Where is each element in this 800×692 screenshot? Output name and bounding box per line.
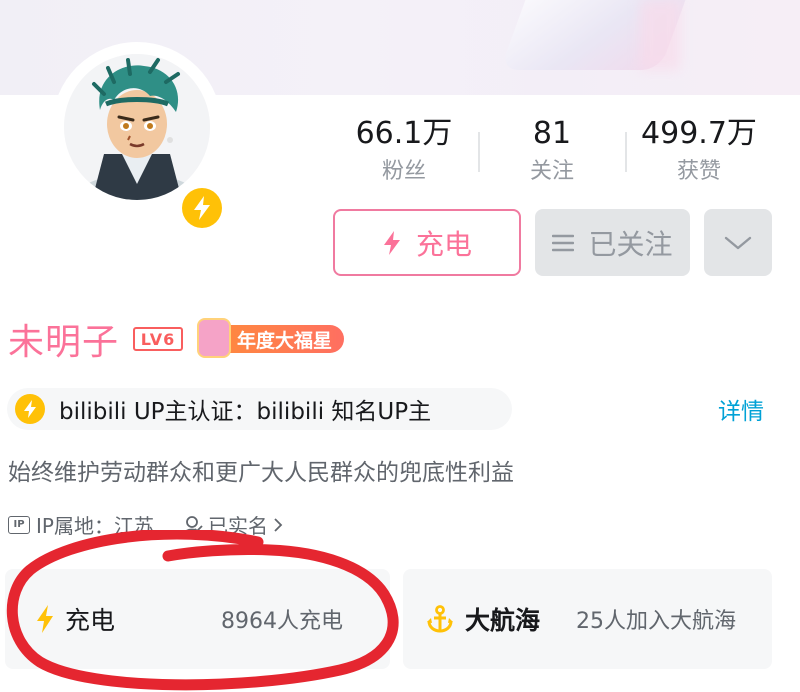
signature: 始终维护劳动群众和更广大人民群众的兜底性利益 bbox=[8, 460, 514, 486]
menu-lines-icon bbox=[552, 234, 575, 251]
more-button[interactable] bbox=[704, 209, 772, 276]
charge-badge bbox=[178, 184, 226, 232]
year-badge-label: 年度大福星 bbox=[215, 325, 345, 353]
stat-label: 关注 bbox=[529, 159, 574, 184]
stat-label: 获赞 bbox=[676, 159, 721, 184]
username: 未明子 bbox=[8, 322, 120, 363]
banner-glow bbox=[640, 0, 680, 70]
follow-button-label: 已关注 bbox=[588, 227, 673, 261]
chevron-down-icon bbox=[724, 236, 752, 249]
certification-pill: bilibili UP主认证：bilibili 知名UP主 bbox=[7, 388, 512, 430]
chevron-right-icon bbox=[274, 517, 283, 532]
charge-card[interactable]: 充电 8964人充电 bbox=[5, 569, 390, 669]
stat-divider bbox=[625, 132, 627, 172]
level-badge[interactable]: LV6 bbox=[133, 327, 184, 351]
ip-icon: IP bbox=[8, 515, 30, 534]
fleet-card-title: 大航海 bbox=[465, 606, 541, 635]
name-row: 未明子 LV6 年度大福星 bbox=[8, 314, 345, 364]
charge-button[interactable]: 充电 bbox=[333, 209, 521, 276]
follow-button[interactable]: 已关注 bbox=[535, 209, 690, 276]
certification-text: bilibili UP主认证：bilibili 知名UP主 bbox=[59, 399, 432, 425]
detail-link[interactable]: 详情 bbox=[718, 392, 764, 426]
charge-button-label: 充电 bbox=[415, 227, 472, 261]
lightning-icon bbox=[383, 230, 400, 255]
charge-card-title: 充电 bbox=[65, 606, 116, 635]
ip-location: IP属地：江苏 bbox=[36, 514, 154, 538]
stat-value: 499.7万 bbox=[641, 116, 757, 151]
stat-value: 81 bbox=[532, 116, 572, 151]
avatar[interactable] bbox=[64, 54, 210, 200]
realname-label: 已实名 bbox=[207, 514, 268, 538]
stat-label: 粉丝 bbox=[381, 159, 426, 184]
fleet-card[interactable]: 大航海 25人加入大航海 bbox=[403, 569, 772, 669]
gift-icon bbox=[197, 318, 232, 358]
year-badge[interactable]: 年度大福星 bbox=[197, 318, 345, 358]
stat-likes[interactable]: 499.7万 获赞 bbox=[629, 114, 769, 188]
stat-fans[interactable]: 66.1万 粉丝 bbox=[334, 114, 474, 188]
stat-divider bbox=[478, 132, 480, 172]
lightning-icon bbox=[194, 196, 210, 220]
user-verified-icon bbox=[183, 515, 203, 534]
meta-row: IP IP属地：江苏 已实名 bbox=[8, 510, 288, 539]
stat-value: 66.1万 bbox=[355, 116, 453, 151]
anchor-icon bbox=[427, 605, 453, 633]
stat-following[interactable]: 81 关注 bbox=[482, 114, 622, 188]
charge-count: 8964人充电 bbox=[221, 609, 343, 634]
realname-link[interactable]: 已实名 bbox=[182, 510, 288, 539]
fleet-count: 25人加入大航海 bbox=[576, 609, 736, 634]
lightning-icon bbox=[37, 605, 53, 633]
lightning-icon bbox=[15, 394, 45, 424]
